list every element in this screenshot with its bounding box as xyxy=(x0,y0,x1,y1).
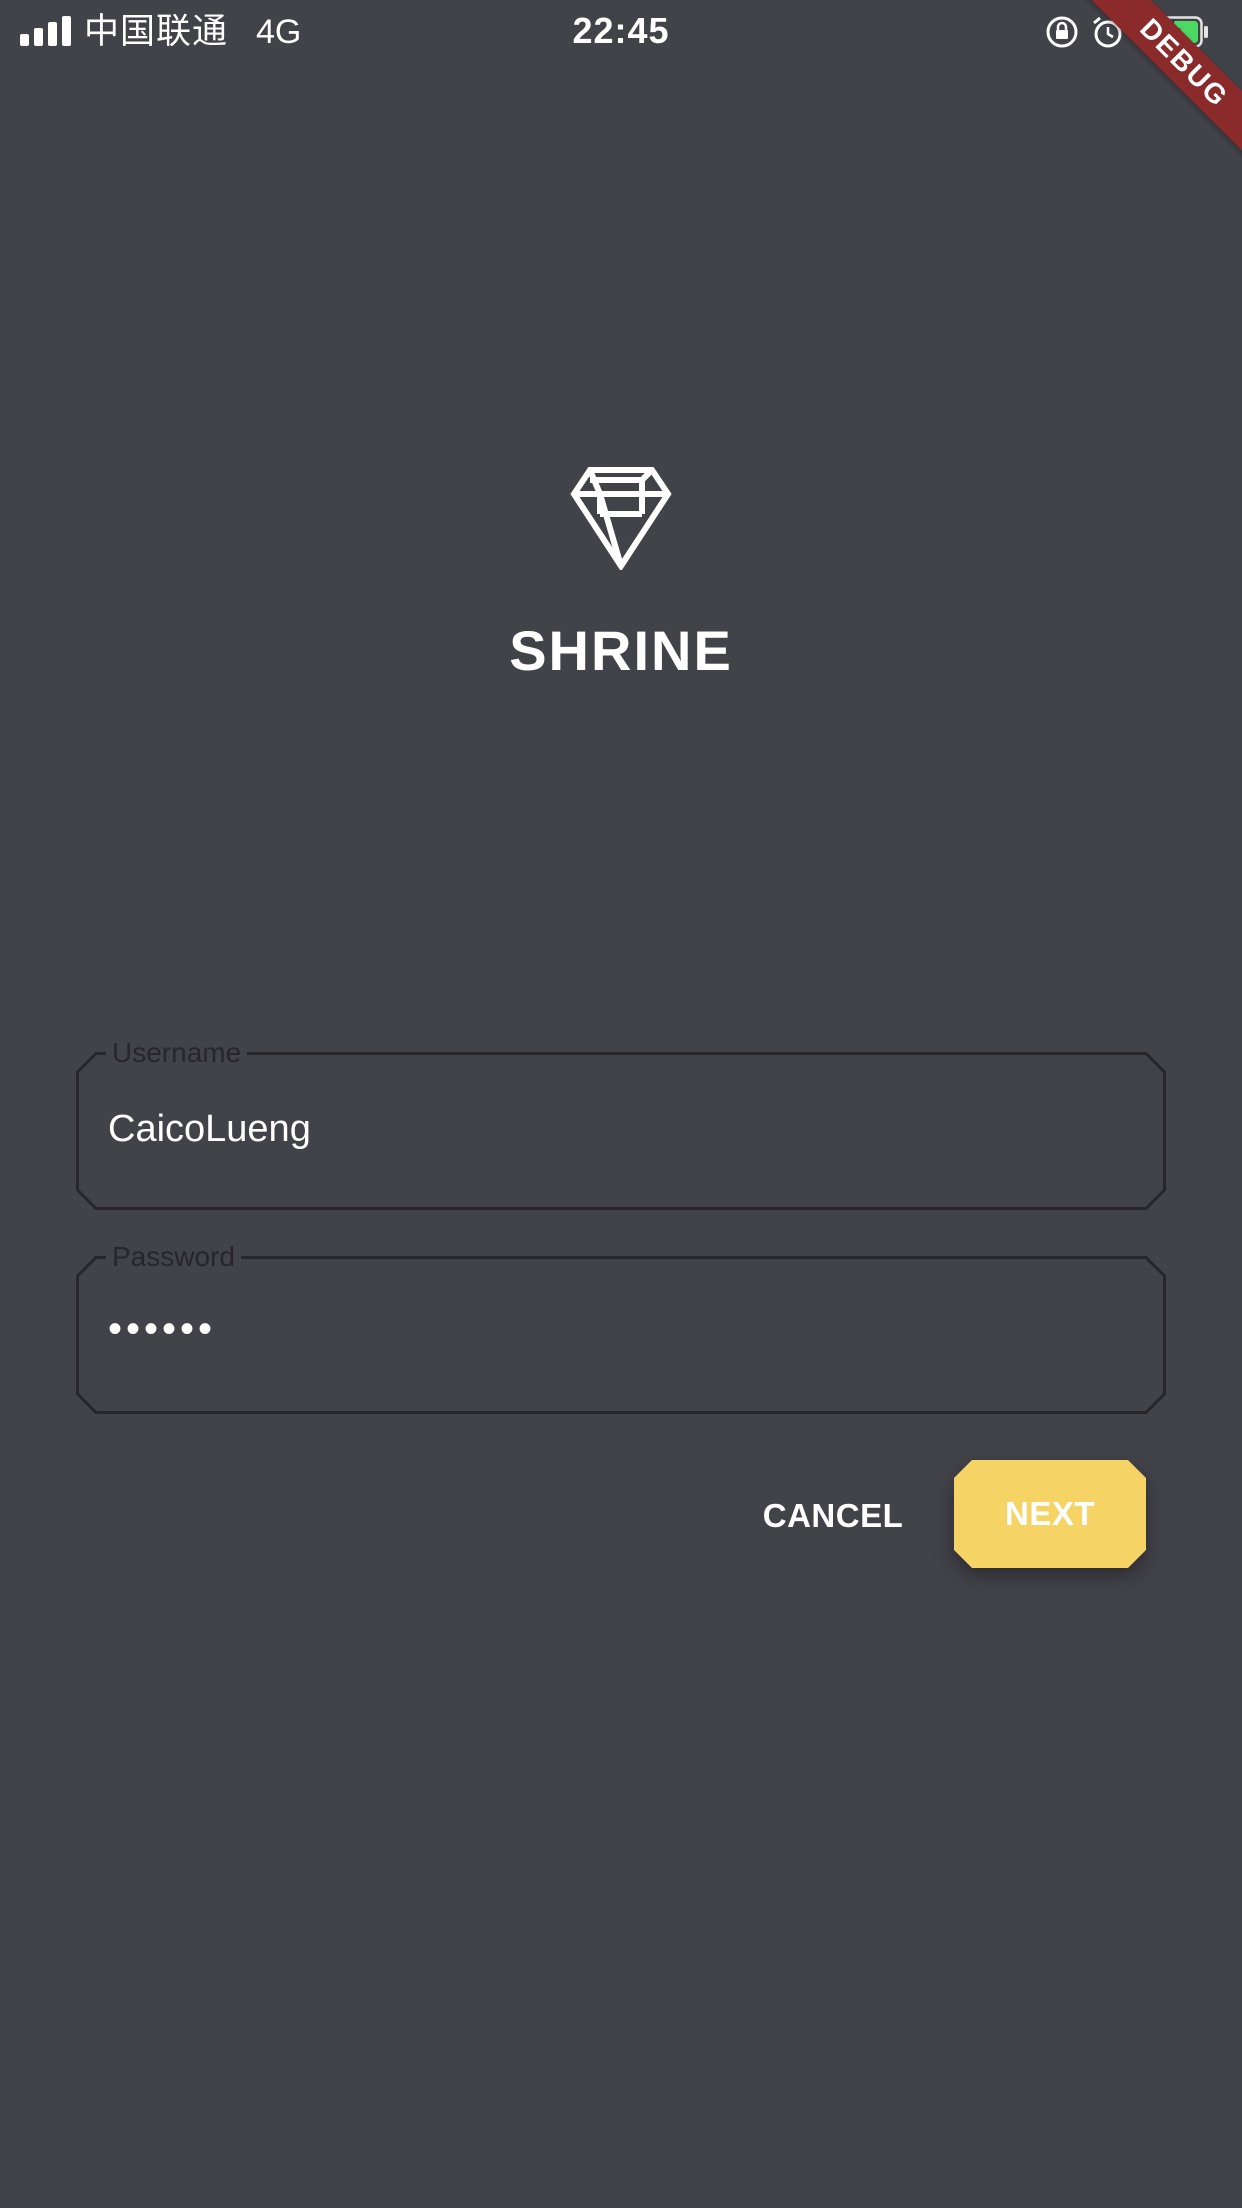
password-input[interactable]: •••••• xyxy=(108,1304,216,1354)
diamond-icon xyxy=(570,467,672,570)
password-label: Password xyxy=(106,1240,241,1274)
rotation-lock-icon xyxy=(1046,16,1078,48)
status-bar: 中国联通 4G 22:45 xyxy=(0,0,1242,64)
next-button-label: NEXT xyxy=(1004,1495,1095,1532)
password-field[interactable]: Password •••••• xyxy=(76,1240,1166,1414)
username-field[interactable]: Username CaicoLueng xyxy=(76,1036,1166,1210)
username-input[interactable]: CaicoLueng xyxy=(108,1104,311,1154)
next-button[interactable]: NEXT xyxy=(954,1460,1146,1568)
username-label: Username xyxy=(106,1036,248,1070)
login-screen: 中国联通 4G 22:45 DEBUG SHRINE Username Caic… xyxy=(0,0,1242,2208)
password-field-border xyxy=(76,1256,1166,1414)
cancel-button[interactable]: CANCEL xyxy=(748,1486,918,1546)
app-title: SHRINE xyxy=(509,619,733,682)
